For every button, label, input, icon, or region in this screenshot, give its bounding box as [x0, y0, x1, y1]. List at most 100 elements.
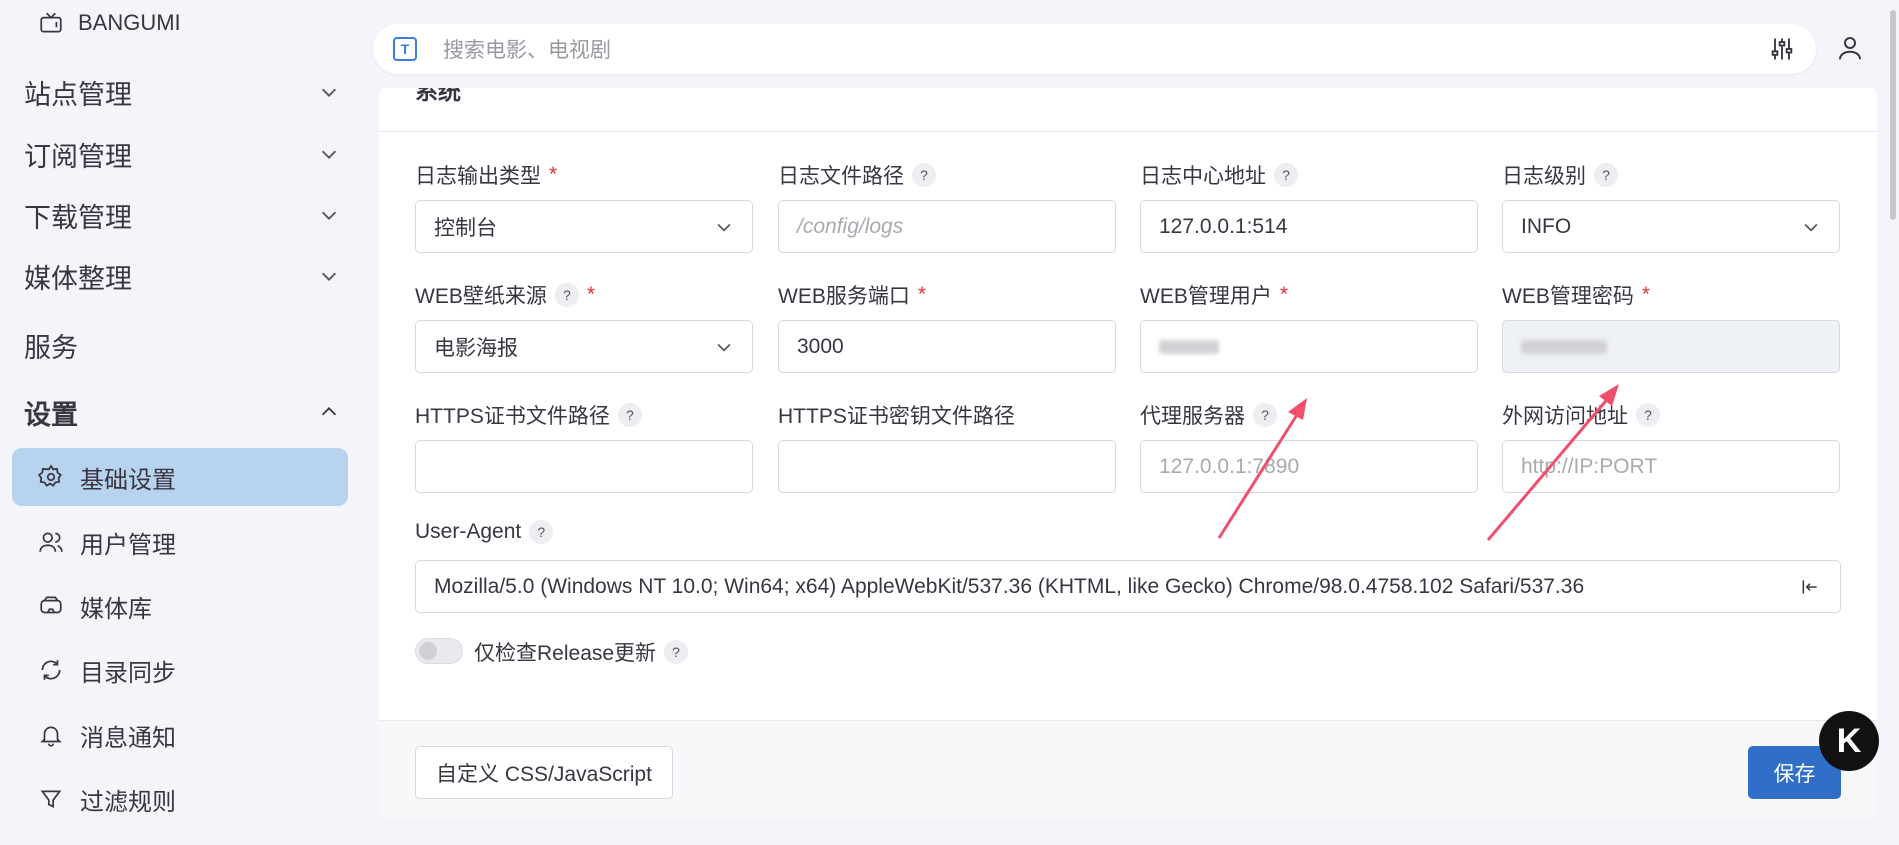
help-icon[interactable]: ? — [1636, 403, 1660, 427]
https-key-input[interactable] — [778, 440, 1116, 493]
divider — [379, 131, 1877, 132]
help-icon[interactable]: ? — [912, 163, 936, 187]
tv-icon — [40, 12, 62, 33]
log-path-input[interactable]: /config/logs — [778, 200, 1116, 253]
release-only-label: 仅检查Release更新 ? — [474, 637, 689, 667]
required-mark: * — [549, 163, 558, 186]
web-user-label: WEB管理用户 * — [1140, 280, 1288, 310]
wallpaper-label: WEB壁纸来源 ? * — [415, 280, 595, 310]
input-placeholder: /config/logs — [797, 214, 904, 238]
nav-group-media[interactable]: 媒体整理 — [24, 252, 340, 300]
chevron-down-icon — [321, 88, 337, 97]
label-text: 日志中心地址 — [1140, 165, 1266, 188]
label-text: WEB管理用户 — [1140, 285, 1272, 308]
sidebar-item-users[interactable]: 用户管理 — [12, 513, 348, 571]
select-value: INFO — [1521, 214, 1572, 238]
nav-group-services[interactable]: 服务 — [24, 321, 340, 369]
web-user-input[interactable] — [1140, 320, 1478, 373]
wallpaper-select[interactable]: 电影海报 — [415, 320, 753, 373]
log-path-label: 日志文件路径 ? — [778, 160, 936, 190]
chevron-down-icon — [717, 223, 731, 232]
chevron-down-icon — [321, 272, 337, 281]
filter-icon — [40, 790, 62, 808]
reset-icon[interactable] — [1800, 577, 1820, 597]
label-text: 代理服务器 — [1140, 405, 1245, 428]
input-placeholder: http://IP:PORT — [1521, 454, 1658, 478]
nav-group-label: 服务 — [24, 332, 78, 363]
required-mark: * — [1641, 283, 1651, 306]
sidebar-item-label: 基础设置 — [80, 466, 176, 494]
nav-group-label: 媒体整理 — [24, 263, 132, 294]
nav-group-settings[interactable]: 设置 — [24, 388, 340, 436]
required-mark: * — [917, 283, 927, 306]
label-text: WEB服务端口 — [778, 285, 910, 308]
chevron-down-icon — [717, 343, 731, 352]
user-icon[interactable] — [1835, 33, 1865, 63]
https-cert-input[interactable] — [415, 440, 753, 493]
sidebar-item-notifications[interactable]: 消息通知 — [12, 706, 348, 764]
public-url-input[interactable]: http://IP:PORT — [1502, 440, 1840, 493]
label-text: 日志文件路径 — [778, 165, 904, 188]
search-bar[interactable]: T 搜索电影、电视剧 — [373, 24, 1816, 74]
card-title: 系统 — [415, 88, 461, 104]
scrollbar-thumb[interactable] — [1890, 10, 1896, 220]
input-value: 3000 — [797, 334, 844, 358]
brand-label: BANGUMI — [78, 10, 181, 35]
help-icon[interactable]: ? — [529, 520, 554, 544]
sidebar-item-label: 过滤规则 — [80, 788, 176, 816]
search-input[interactable]: 搜索电影、电视剧 — [443, 34, 1768, 64]
nav-group-sites[interactable]: 站点管理 — [24, 68, 340, 116]
user-agent-label: User-Agent ? — [415, 520, 554, 544]
vr-headset-icon — [40, 596, 62, 614]
custom-css-button[interactable]: 自定义 CSS/JavaScript — [415, 746, 673, 799]
sidebar-item-basic-settings[interactable]: 基础设置 — [12, 448, 348, 506]
log-level-select[interactable]: INFO — [1502, 200, 1840, 253]
filter-settings-icon[interactable] — [1768, 35, 1796, 63]
nav-group-label: 设置 — [24, 399, 78, 430]
nav-group-downloads[interactable]: 下载管理 — [24, 191, 340, 239]
settings-card: 系统 日志输出类型 * 日志文件路径 ? 日志中心地址 ? 日志级别 ? 控制台… — [379, 88, 1877, 818]
web-port-label: WEB服务端口 * — [778, 280, 926, 310]
user-agent-input[interactable]: Mozilla/5.0 (Windows NT 10.0; Win64; x64… — [415, 560, 1841, 613]
web-pass-input[interactable] — [1502, 320, 1840, 373]
help-icon[interactable]: ? — [664, 640, 689, 664]
label-text: HTTPS证书密钥文件路径 — [778, 405, 1015, 428]
sidebar-item-filter-rules[interactable]: 过滤规则 — [12, 770, 348, 828]
label-text: 外网访问地址 — [1502, 405, 1628, 428]
brand[interactable]: BANGUMI — [38, 10, 181, 36]
redacted-value — [1159, 339, 1219, 354]
label-text: WEB壁纸来源 — [415, 285, 547, 308]
sidebar-item-directory-sync[interactable]: 目录同步 — [12, 641, 348, 699]
help-icon[interactable]: ? — [1594, 163, 1618, 187]
https-key-label: HTTPS证书密钥文件路径 — [778, 400, 1015, 430]
web-pass-label: WEB管理密码 * — [1502, 280, 1650, 310]
select-value: 控制台 — [434, 216, 497, 240]
help-icon[interactable]: ? — [554, 283, 579, 307]
sidebar: BANGUMI 站点管理 订阅管理 下载管理 媒体整理 服务 设置 基础设置 用… — [0, 0, 359, 845]
input-placeholder: 127.0.0.1:7890 — [1159, 454, 1300, 478]
help-icon[interactable]: ? — [1274, 163, 1298, 187]
nav-group-label: 订阅管理 — [24, 141, 132, 172]
redacted-value — [1521, 339, 1607, 354]
https-cert-label: HTTPS证书文件路径 ? — [415, 400, 642, 430]
log-center-input[interactable]: 127.0.0.1:514 — [1140, 200, 1478, 253]
card-footer: 自定义 CSS/JavaScript 保存 — [379, 720, 1877, 818]
floating-k-button[interactable]: K — [1819, 711, 1879, 771]
input-value: Mozilla/5.0 (Windows NT 10.0; Win64; x64… — [434, 574, 1585, 598]
input-value: 127.0.0.1:514 — [1159, 214, 1288, 238]
sidebar-item-library[interactable]: 媒体库 — [12, 577, 348, 635]
log-center-label: 日志中心地址 ? — [1140, 160, 1298, 190]
web-port-input[interactable]: 3000 — [778, 320, 1116, 373]
chevron-down-icon — [321, 211, 337, 220]
proxy-input[interactable]: 127.0.0.1:7890 — [1140, 440, 1478, 493]
nav-group-subscriptions[interactable]: 订阅管理 — [24, 130, 340, 178]
sidebar-item-label: 媒体库 — [80, 595, 152, 623]
release-only-toggle[interactable] — [415, 638, 463, 664]
help-icon[interactable]: ? — [1253, 403, 1277, 427]
sync-icon — [41, 660, 61, 680]
required-mark: * — [586, 283, 596, 306]
chevron-up-icon — [321, 407, 337, 416]
help-icon[interactable]: ? — [617, 403, 642, 427]
nav-group-label: 站点管理 — [24, 79, 132, 110]
log-type-select[interactable]: 控制台 — [415, 200, 753, 253]
